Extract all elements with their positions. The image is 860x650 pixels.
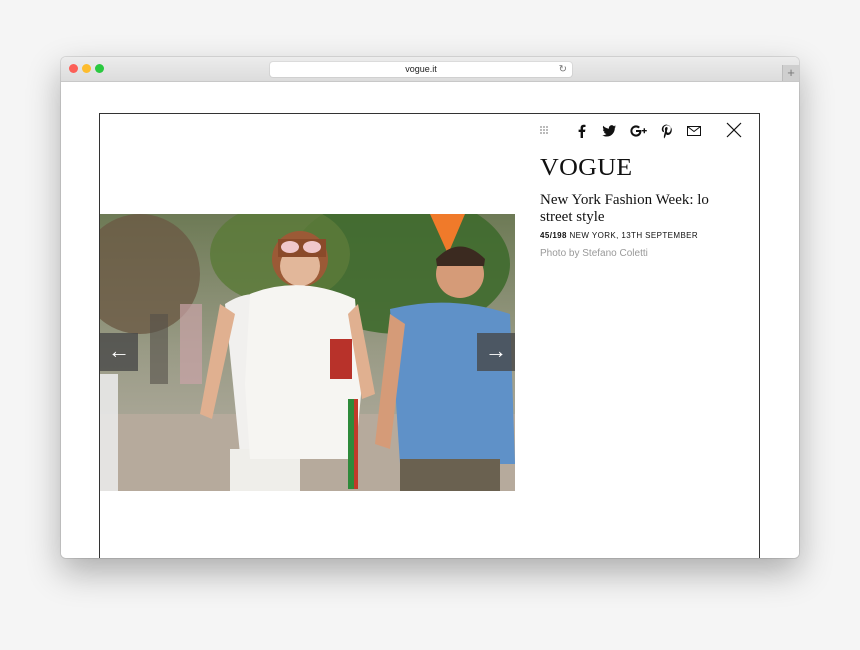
- page-viewport: ← → VOGUE New York Fashion Week: lo stre…: [61, 82, 799, 558]
- minimize-window-button[interactable]: [82, 64, 91, 73]
- reload-icon[interactable]: ↻: [559, 62, 567, 77]
- vogue-logo[interactable]: VOGUE: [540, 154, 633, 182]
- google-plus-icon[interactable]: [630, 123, 648, 139]
- gallery-photo: ← →: [100, 214, 515, 491]
- facebook-icon[interactable]: [574, 123, 590, 139]
- location-date: NEW YORK, 13TH SEPTEMBER: [569, 231, 699, 240]
- url-text: vogue.it: [405, 64, 437, 74]
- share-bar: [540, 122, 760, 139]
- twitter-icon[interactable]: [601, 123, 617, 139]
- grid-icon[interactable]: [540, 126, 549, 135]
- email-icon[interactable]: [686, 123, 702, 139]
- photo-meta: 45/198 NEW YORK, 13TH SEPTEMBER: [540, 231, 698, 240]
- address-bar[interactable]: vogue.it ↻: [270, 62, 572, 77]
- pinterest-icon[interactable]: [659, 123, 675, 139]
- title-bar: vogue.it ↻ +: [61, 57, 799, 82]
- close-window-button[interactable]: [69, 64, 78, 73]
- new-tab-button[interactable]: +: [782, 65, 799, 81]
- street-style-photo: [100, 214, 515, 491]
- photo-counter: 45/198: [540, 231, 567, 240]
- caption-panel: VOGUE New York Fashion Week: lo street s…: [540, 114, 760, 414]
- photo-credit: Photo by Stefano Coletti: [540, 248, 648, 259]
- gallery-title: New York Fashion Week: lo street style: [540, 192, 709, 225]
- gallery-overlay: ← → VOGUE New York Fashion Week: lo stre…: [99, 113, 760, 558]
- browser-window: vogue.it ↻ + ← → VOGUE New York Fashion …: [61, 57, 799, 558]
- next-photo-button[interactable]: →: [477, 333, 515, 371]
- zoom-window-button[interactable]: [95, 64, 104, 73]
- close-icon[interactable]: [726, 122, 742, 138]
- previous-photo-button[interactable]: ←: [100, 333, 138, 371]
